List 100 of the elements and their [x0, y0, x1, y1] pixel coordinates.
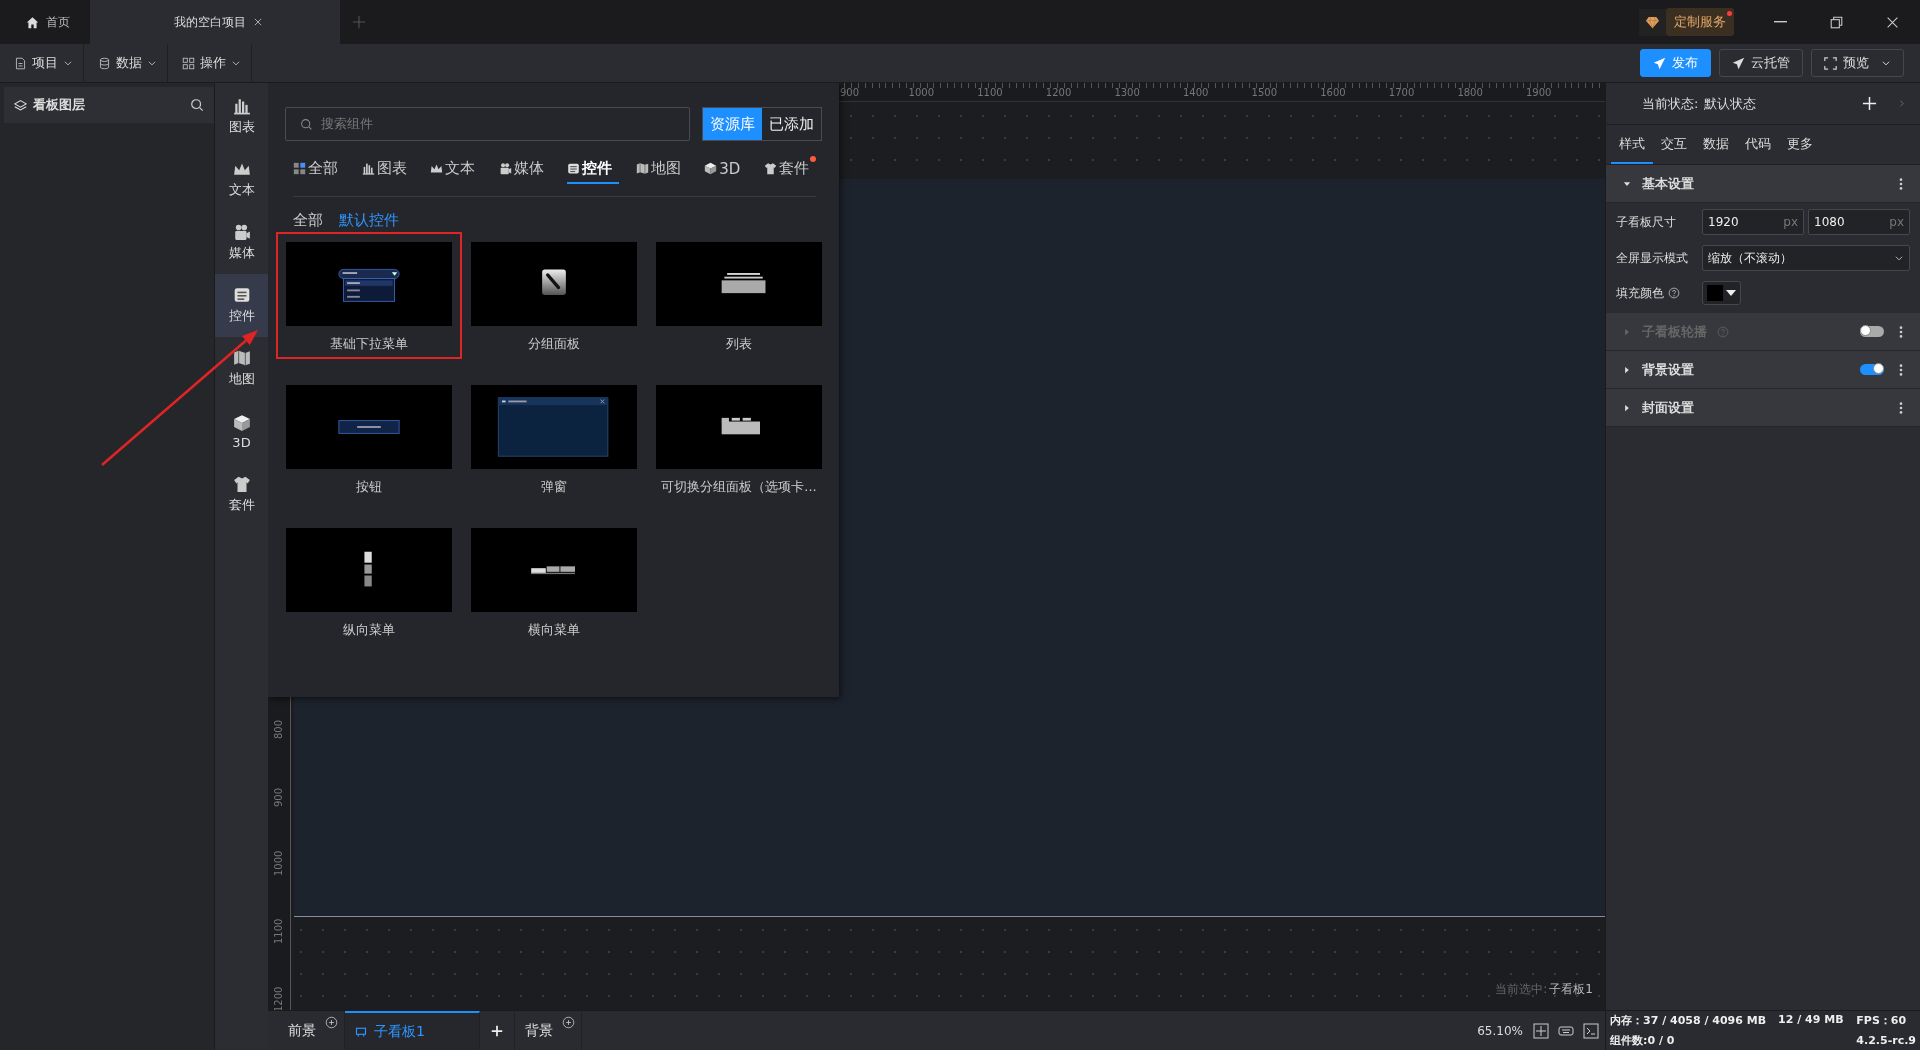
- component-card[interactable]: 可切换分组面板（选项卡...: [646, 375, 832, 502]
- section-title: 封面设置: [1642, 398, 1694, 417]
- side-nav-item[interactable]: 文本: [215, 148, 268, 211]
- side-nav-item[interactable]: 套件: [215, 463, 268, 526]
- property-tab[interactable]: 更多: [1779, 125, 1821, 164]
- bar-chart-icon: [232, 97, 251, 115]
- window-tab[interactable]: 首页: [0, 0, 90, 44]
- category-tab[interactable]: 文本: [430, 155, 483, 184]
- custom-service-button[interactable]: 定制服务: [1666, 8, 1734, 36]
- board-tab[interactable]: 子看板1: [345, 1011, 480, 1050]
- selection-value: 子看板1: [1549, 981, 1593, 998]
- input-field[interactable]: 1920 px: [1702, 209, 1804, 235]
- category-tab[interactable]: 图表: [361, 155, 414, 184]
- side-nav-item[interactable]: 地图: [215, 337, 268, 400]
- layers-icon: [14, 98, 27, 112]
- ruler-label: 900: [273, 788, 284, 808]
- section-header[interactable]: 封面设置: [1606, 389, 1920, 427]
- board-tab[interactable]: 背景: [515, 1011, 582, 1050]
- select-field[interactable]: 缩放（不滚动）: [1702, 245, 1910, 271]
- component-count: 组件数:0 / 0: [1610, 1032, 1676, 1048]
- component-card[interactable]: 列表: [646, 232, 832, 359]
- camera-icon: [498, 162, 512, 175]
- section-header[interactable]: 背景设置: [1606, 351, 1920, 389]
- restore-icon: [1829, 15, 1843, 29]
- ruler-label: 1500: [1251, 87, 1278, 98]
- ruler-label: 1800: [1457, 87, 1483, 98]
- action-button[interactable]: 云托管: [1719, 49, 1803, 77]
- section-title: 基本设置: [1642, 174, 1694, 193]
- component-card[interactable]: 弹窗: [461, 375, 647, 502]
- state-label: 当前状态:: [1642, 94, 1699, 113]
- ruler-label: 1600: [1320, 87, 1346, 98]
- property-tab[interactable]: 代码: [1737, 125, 1779, 164]
- category-tab[interactable]: 控件: [567, 155, 620, 184]
- component-card[interactable]: 纵向菜单: [276, 518, 462, 645]
- property-tab[interactable]: 交互: [1653, 125, 1695, 164]
- menu-button[interactable]: 数据: [84, 44, 168, 82]
- help-icon: [1717, 325, 1729, 338]
- map-icon: [635, 162, 649, 175]
- source-tab[interactable]: 已添加: [762, 108, 821, 140]
- help-icon: [1668, 287, 1680, 299]
- terminal-icon: [1583, 1022, 1599, 1039]
- component-card[interactable]: 分组面板: [461, 232, 647, 359]
- home-icon: [26, 15, 39, 29]
- category-tab[interactable]: 媒体: [498, 155, 551, 184]
- ruler-label: 800: [273, 719, 284, 739]
- ruler-label: 1200: [1045, 87, 1072, 98]
- close-icon: [252, 17, 263, 27]
- chevron-down-icon: [1894, 253, 1904, 263]
- menu-button[interactable]: 项目: [0, 44, 84, 82]
- ruler-label: 1400: [1183, 87, 1209, 98]
- gpu-memory: 12 / 49 MB: [1778, 1013, 1844, 1029]
- field-label: 填充颜色: [1616, 284, 1664, 302]
- component-card[interactable]: 基础下拉菜单: [276, 232, 462, 359]
- chevron-down-icon: [1881, 58, 1891, 68]
- section-header[interactable]: 基本设置: [1606, 165, 1920, 203]
- plus-icon: [1862, 96, 1877, 111]
- version-label: 4.2.5-rc.9: [1856, 1033, 1916, 1047]
- category-tab[interactable]: 套件: [763, 155, 816, 184]
- section-title: 背景设置: [1642, 360, 1694, 379]
- input-field[interactable]: 1080 px: [1808, 209, 1910, 235]
- grid-icon: [182, 56, 195, 70]
- chevron-down-icon: [63, 58, 73, 68]
- add-icon: [325, 1016, 338, 1029]
- ruler-label: 1300: [1114, 87, 1140, 98]
- memory-usage: 内存：37 / 4058 / 4096 MB: [1610, 1013, 1767, 1029]
- field-label: 子看板尺寸: [1616, 213, 1676, 231]
- ruler-label: 1100: [977, 87, 1003, 98]
- side-nav-item[interactable]: 3D: [215, 400, 268, 463]
- chevron-right-icon: [1897, 99, 1906, 108]
- ruler-label: 1900: [1526, 87, 1552, 98]
- shirt-icon: [763, 162, 777, 175]
- paper-plane-icon: [1653, 56, 1666, 70]
- toggle-switch[interactable]: [1860, 364, 1884, 375]
- bar-chart-icon: [361, 162, 375, 175]
- caret-down-icon: [1726, 290, 1736, 296]
- cube-icon: [232, 413, 251, 432]
- subcategory-tab[interactable]: 全部: [293, 211, 323, 230]
- category-tab[interactable]: 3D: [704, 155, 748, 184]
- ruler-label: 900: [840, 87, 860, 98]
- side-nav-item[interactable]: 图表: [215, 85, 268, 148]
- plus-icon: [490, 1023, 504, 1038]
- field-label: 全屏显示模式: [1616, 249, 1688, 267]
- window-tab[interactable]: 我的空白项目: [90, 0, 340, 44]
- action-button[interactable]: 预览: [1811, 49, 1904, 77]
- category-tab[interactable]: 地图: [635, 155, 688, 184]
- camera-icon: [232, 223, 251, 241]
- subcategory-tab[interactable]: 默认控件: [339, 211, 399, 230]
- property-tab[interactable]: 数据: [1695, 125, 1737, 164]
- side-nav-item[interactable]: 控件: [215, 274, 268, 337]
- grid-icon: [293, 162, 306, 175]
- ruler-label: 1700: [1388, 87, 1415, 98]
- menu-button[interactable]: 操作: [168, 44, 252, 82]
- component-card[interactable]: 横向菜单: [461, 518, 647, 645]
- category-tab[interactable]: 全部: [293, 155, 345, 184]
- color-picker[interactable]: [1702, 281, 1741, 305]
- side-nav-item[interactable]: 媒体: [215, 211, 268, 274]
- zoom-level: 65.10%: [1477, 1023, 1523, 1038]
- document-icon: [14, 56, 27, 70]
- crown-icon: [430, 162, 444, 175]
- component-card[interactable]: 按钮: [276, 375, 462, 502]
